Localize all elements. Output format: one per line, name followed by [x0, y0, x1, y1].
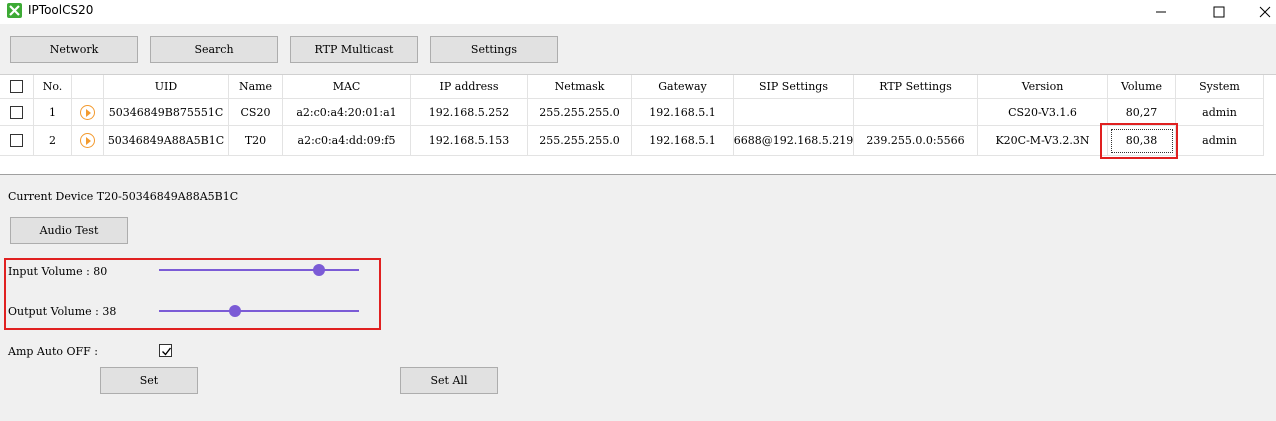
cell-rtp — [854, 99, 978, 126]
header-name: Name — [229, 75, 283, 99]
header-volume: Volume — [1108, 75, 1176, 99]
minimize-icon — [1156, 11, 1166, 13]
input-volume-slider[interactable] — [159, 262, 359, 278]
maximize-button[interactable] — [1196, 0, 1242, 24]
cell-system: admin — [1176, 126, 1264, 156]
row-checkbox[interactable] — [10, 134, 23, 147]
row-select-cell[interactable] — [0, 126, 34, 156]
slider-track — [159, 310, 359, 312]
header-version: Version — [978, 75, 1108, 99]
cell-mac: a2:c0:a4:20:01:a1 — [283, 99, 411, 126]
cell-netmask: 255.255.255.0 — [528, 126, 632, 156]
cell-system: admin — [1176, 99, 1264, 126]
toolbar: Network Search RTP Multicast Settings — [0, 24, 1276, 74]
play-icon[interactable] — [80, 104, 95, 120]
header-sip: SIP Settings — [734, 75, 854, 99]
header-system: System — [1176, 75, 1264, 99]
amp-auto-off-checkbox[interactable] — [159, 344, 172, 357]
cell-ip: 192.168.5.153 — [411, 126, 528, 156]
app-tool-icon — [7, 3, 22, 18]
audio-test-button[interactable]: Audio Test — [10, 217, 128, 244]
cell-ip: 192.168.5.252 — [411, 99, 528, 126]
rtp-multicast-button[interactable]: RTP Multicast — [290, 36, 418, 63]
cell-sip — [734, 99, 854, 126]
cell-version: K20C-M-V3.2.3N — [978, 126, 1108, 156]
search-button[interactable]: Search — [150, 36, 278, 63]
input-volume-label: Input Volume : 80 — [8, 265, 108, 278]
table-header: No. UID Name MAC IP address Netmask Gate… — [0, 75, 1276, 99]
header-netmask: Netmask — [528, 75, 632, 99]
title-bar: IPToolCS20 — [0, 0, 1276, 24]
cell-no: 1 — [34, 99, 72, 126]
select-all-cell[interactable] — [0, 75, 34, 99]
cell-uid: 50346849B875551C — [104, 99, 229, 126]
close-icon — [1259, 6, 1271, 18]
header-no: No. — [34, 75, 72, 99]
output-volume-slider[interactable] — [159, 303, 359, 319]
device-table: No. UID Name MAC IP address Netmask Gate… — [0, 74, 1276, 175]
cell-netmask: 255.255.255.0 — [528, 99, 632, 126]
cell-gateway: 192.168.5.1 — [632, 99, 734, 126]
amp-auto-off-label: Amp Auto OFF : — [8, 345, 98, 358]
row-checkbox[interactable] — [10, 105, 23, 119]
header-uid: UID — [104, 75, 229, 99]
minimize-button[interactable] — [1138, 0, 1184, 24]
slider-thumb[interactable] — [313, 264, 325, 276]
header-gateway: Gateway — [632, 75, 734, 99]
set-button[interactable]: Set — [100, 367, 198, 394]
cell-name: T20 — [229, 126, 283, 156]
cell-version: CS20-V3.1.6 — [978, 99, 1108, 126]
table-row[interactable]: 1 50346849B875551C CS20 a2:c0:a4:20:01:a… — [0, 99, 1276, 126]
table-row[interactable]: 2 50346849A88A5B1C T20 a2:c0:a4:dd:09:f5… — [0, 126, 1276, 156]
slider-track — [159, 269, 359, 271]
current-device-label: Current Device T20-50346849A88A5B1C — [8, 190, 239, 203]
header-action — [72, 75, 104, 99]
cell-no: 2 — [34, 126, 72, 156]
play-icon[interactable] — [80, 133, 95, 148]
cell-action[interactable] — [72, 99, 104, 126]
cell-volume[interactable]: 80,27 — [1108, 99, 1176, 126]
cell-action[interactable] — [72, 126, 104, 156]
cell-volume-selected[interactable]: 80,38 — [1108, 126, 1176, 156]
cell-gateway: 192.168.5.1 — [632, 126, 734, 156]
cell-name: CS20 — [229, 99, 283, 126]
select-all-checkbox[interactable] — [10, 80, 23, 93]
close-button[interactable] — [1242, 0, 1276, 24]
header-mac: MAC — [283, 75, 411, 99]
header-rtp: RTP Settings — [854, 75, 978, 99]
cell-mac: a2:c0:a4:dd:09:f5 — [283, 126, 411, 156]
settings-button[interactable]: Settings — [430, 36, 558, 63]
window-title: IPToolCS20 — [28, 3, 94, 17]
set-all-button[interactable]: Set All — [400, 367, 498, 394]
slider-thumb[interactable] — [229, 305, 241, 317]
output-volume-label: Output Volume : 38 — [8, 305, 117, 318]
cell-uid: 50346849A88A5B1C — [104, 126, 229, 156]
cell-rtp: 239.255.0.0:5566 — [854, 126, 978, 156]
maximize-icon — [1213, 6, 1225, 18]
network-button[interactable]: Network — [10, 36, 138, 63]
check-icon — [162, 347, 172, 356]
header-ip: IP address — [411, 75, 528, 99]
cell-sip: 6688@192.168.5.219 — [734, 126, 854, 156]
row-select-cell[interactable] — [0, 99, 34, 126]
